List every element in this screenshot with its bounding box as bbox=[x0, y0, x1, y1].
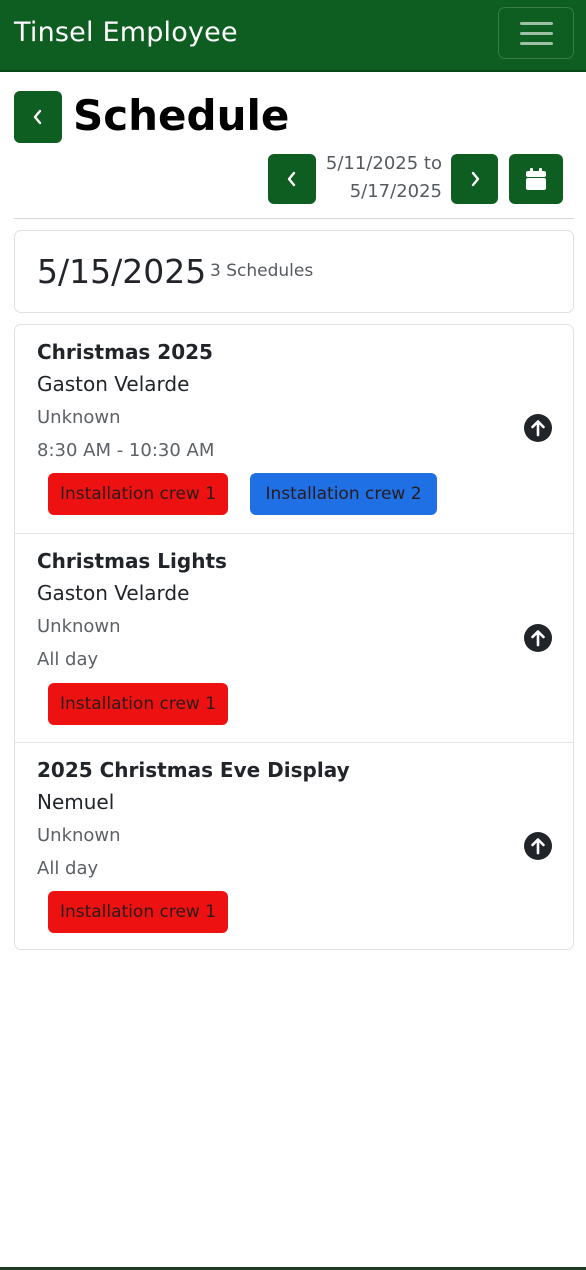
hamburger-icon bbox=[520, 22, 553, 25]
schedule-item[interactable]: Christmas 2025 Gaston Velarde Unknown 8:… bbox=[15, 325, 573, 533]
calendar-button[interactable] bbox=[509, 154, 563, 204]
schedule-title: 2025 Christmas Eve Display bbox=[37, 758, 350, 782]
arrow-up-circle-icon[interactable] bbox=[524, 624, 552, 652]
crew-badge: Installation crew 1 bbox=[48, 473, 228, 515]
crew-badge: Installation crew 1 bbox=[48, 891, 228, 933]
next-week-button[interactable] bbox=[451, 154, 498, 204]
schedule-item[interactable]: 2025 Christmas Eve Display Nemuel Unknow… bbox=[15, 742, 573, 949]
date-range: 5/11/2025 to 5/17/2025 bbox=[318, 150, 442, 206]
schedule-time: All day bbox=[37, 649, 99, 670]
back-button[interactable] bbox=[14, 91, 62, 143]
chevron-right-icon bbox=[471, 171, 479, 187]
schedule-title: Christmas Lights bbox=[37, 549, 227, 573]
schedule-location: Unknown bbox=[37, 825, 121, 846]
schedule-title: Christmas 2025 bbox=[37, 340, 213, 364]
day-date: 5/15/2025 bbox=[37, 252, 207, 291]
app-brand[interactable]: Tinsel Employee bbox=[14, 16, 238, 50]
date-range-start: 5/11/2025 to bbox=[325, 153, 442, 174]
schedule-list: Christmas 2025 Gaston Velarde Unknown 8:… bbox=[14, 324, 574, 950]
chevron-left-icon bbox=[287, 171, 296, 187]
schedule-person: Gaston Velarde bbox=[37, 581, 190, 605]
schedule-item[interactable]: Christmas Lights Gaston Velarde Unknown … bbox=[15, 533, 573, 742]
hamburger-icon-bar bbox=[520, 32, 553, 35]
schedule-time: All day bbox=[37, 858, 99, 879]
schedule-person: Nemuel bbox=[37, 790, 115, 814]
schedule-location: Unknown bbox=[37, 407, 121, 428]
hamburger-icon-bar bbox=[520, 42, 553, 45]
page-title: Schedule bbox=[73, 91, 290, 140]
chevron-left-icon bbox=[33, 109, 42, 125]
crew-badge: Installation crew 1 bbox=[48, 683, 228, 725]
schedule-time: 8:30 AM - 10:30 AM bbox=[37, 440, 215, 461]
menu-toggle-button[interactable] bbox=[498, 7, 574, 59]
schedule-count: 3 Schedules bbox=[210, 261, 314, 281]
top-navbar: Tinsel Employee bbox=[0, 0, 586, 72]
schedule-person: Gaston Velarde bbox=[37, 372, 190, 396]
date-range-end: 5/17/2025 bbox=[349, 181, 442, 202]
day-summary-card: 5/15/2025 3 Schedules bbox=[14, 230, 574, 313]
arrow-up-circle-icon[interactable] bbox=[524, 832, 552, 860]
schedule-location: Unknown bbox=[37, 616, 121, 637]
calendar-icon bbox=[526, 168, 546, 190]
crew-badge: Installation crew 2 bbox=[250, 473, 437, 515]
previous-week-button[interactable] bbox=[268, 154, 316, 204]
header-divider bbox=[14, 218, 574, 219]
arrow-up-circle-icon[interactable] bbox=[524, 414, 552, 442]
